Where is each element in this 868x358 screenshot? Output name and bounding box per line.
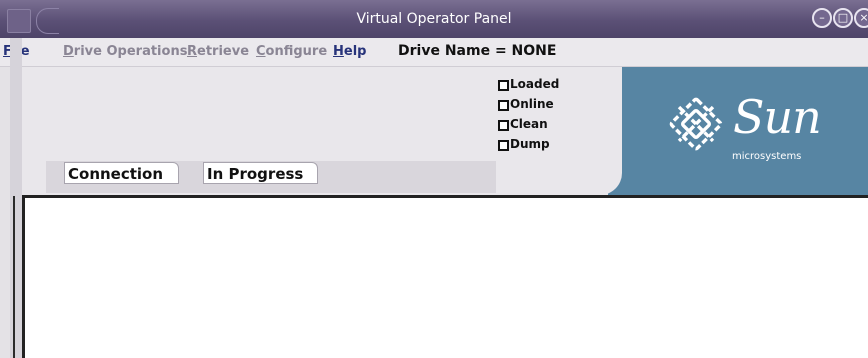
window-controls: – □ × [812, 8, 868, 28]
left-frame-edge [10, 38, 22, 358]
window-title: Virtual Operator Panel [356, 11, 512, 27]
indicator-clean[interactable]: Clean [498, 114, 559, 134]
logo-panel-curve [600, 67, 622, 195]
menu-configure[interactable]: Configure [256, 44, 327, 59]
minimize-icon[interactable]: – [812, 8, 832, 28]
indicator-dump[interactable]: Dump [498, 134, 559, 154]
sun-logo-wordmark: Sun [733, 90, 822, 144]
close-icon[interactable]: × [854, 8, 868, 28]
drive-name-label: Drive Name = NONE [398, 43, 557, 59]
indicator-online[interactable]: Online [498, 94, 559, 114]
menu-drive-operations[interactable]: Drive Operations [63, 44, 187, 59]
loaded-checkbox[interactable] [498, 80, 509, 91]
drive-indicators: Loaded Online Clean Dump [498, 74, 559, 154]
menu-help[interactable]: Help [333, 44, 366, 59]
output-area[interactable] [22, 195, 868, 358]
left-frame-line [13, 196, 15, 358]
maximize-icon[interactable]: □ [833, 8, 853, 28]
clean-checkbox[interactable] [498, 120, 509, 131]
progress-status-field: In Progress [203, 162, 318, 184]
connection-status-field: Connection [64, 162, 179, 184]
sun-logo-subtitle: microsystems [732, 151, 802, 162]
dump-checkbox[interactable] [498, 140, 509, 151]
indicator-loaded[interactable]: Loaded [498, 74, 559, 94]
online-checkbox[interactable] [498, 100, 509, 111]
menu-bar: File Drive Operations Retrieve Configure… [0, 38, 868, 67]
title-bar[interactable]: Virtual Operator Panel – □ × [0, 0, 868, 38]
sun-logo-icon [669, 97, 723, 151]
menu-retrieve[interactable]: Retrieve [187, 44, 249, 59]
